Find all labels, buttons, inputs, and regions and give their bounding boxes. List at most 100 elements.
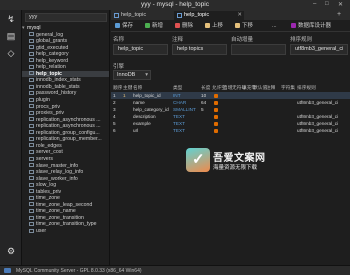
column-header[interactable]: 排序规则 bbox=[297, 84, 316, 91]
object-tree: yyy ▾ mysql general_log global_grants gtid_… bbox=[22, 10, 110, 265]
tree-item-label: time_zone_name bbox=[36, 208, 76, 215]
save-button[interactable]: 保存 bbox=[115, 22, 133, 30]
column-header[interactable]: 字符集 bbox=[281, 84, 295, 91]
table-icon bbox=[29, 215, 34, 220]
engine-select[interactable]: InnoDB ▾ bbox=[113, 70, 151, 80]
column-header[interactable]: 名称 bbox=[133, 84, 142, 91]
query-icon[interactable]: ▤ bbox=[5, 30, 17, 42]
table-icon bbox=[29, 163, 34, 168]
column-type: CHAR bbox=[173, 100, 187, 105]
column-header[interactable]: 类型 bbox=[173, 84, 182, 91]
column-name: help_topic_id bbox=[133, 93, 161, 98]
delete-label: 删除 bbox=[182, 23, 194, 29]
tree-item-table[interactable]: user bbox=[22, 228, 109, 235]
column-header[interactable]: 默认值 bbox=[253, 84, 267, 91]
maximize-icon[interactable]: □ bbox=[325, 1, 329, 7]
table-row[interactable]: 5 example TEXT utf8mb3_general_ci bbox=[111, 120, 350, 127]
table-icon bbox=[29, 136, 34, 141]
table-name-field[interactable]: help_topic bbox=[113, 44, 168, 55]
table-icon bbox=[29, 143, 34, 148]
model-icon[interactable]: ◇ bbox=[5, 47, 17, 59]
table-icon bbox=[29, 202, 34, 207]
tree-item-label: time_zone_transition bbox=[36, 214, 84, 221]
table-icon bbox=[29, 182, 34, 187]
connection-icon[interactable]: ↯ bbox=[5, 13, 17, 25]
model-designer-button[interactable]: 数据库设计器 bbox=[291, 22, 331, 30]
auto-increment-field[interactable] bbox=[231, 44, 286, 55]
table-icon bbox=[29, 84, 34, 89]
tree-item-label: gtid_executed bbox=[36, 44, 69, 51]
tree-item-label: servers bbox=[36, 155, 54, 162]
not-null-checkbox[interactable] bbox=[214, 92, 218, 99]
delete-field-button[interactable]: 删除 bbox=[175, 22, 193, 30]
column-header[interactable]: 注释 bbox=[266, 84, 275, 91]
checkbox-checked-icon bbox=[214, 114, 218, 119]
column-header[interactable]: 主键 bbox=[123, 84, 132, 91]
tab-bar: help_topic help_topic ✕ + bbox=[111, 10, 350, 20]
tree-item-label: help_relation bbox=[36, 64, 66, 71]
add-label: 新增 bbox=[152, 23, 164, 29]
not-null-checkbox[interactable] bbox=[214, 127, 218, 134]
close-icon[interactable]: ✕ bbox=[338, 1, 343, 8]
table-icon bbox=[29, 51, 34, 56]
not-null-checkbox[interactable] bbox=[214, 106, 218, 113]
save-icon bbox=[115, 23, 120, 28]
table-icon bbox=[29, 123, 34, 128]
minimize-icon[interactable]: – bbox=[313, 1, 316, 7]
column-type: INT bbox=[173, 93, 181, 98]
tree-item-table[interactable]: help_keyword bbox=[22, 58, 109, 65]
tree-item-label: slave_master_info bbox=[36, 162, 79, 169]
not-null-checkbox[interactable] bbox=[214, 113, 218, 120]
collation-select[interactable]: utf8mb3_general_ci bbox=[290, 44, 348, 55]
tree-item-label: replication_asynchronous ... bbox=[36, 116, 101, 123]
tree-item-table[interactable]: replication_asynchronous ... bbox=[22, 123, 109, 130]
column-name: url bbox=[133, 128, 139, 133]
row-order: 1 bbox=[113, 93, 116, 98]
table-row[interactable]: 3 help_category_id SMALLINT 5 bbox=[111, 106, 350, 113]
title-bar: yyy - mysql - help_topic – □ ✕ bbox=[0, 0, 350, 10]
tree-item-label: plugin bbox=[36, 97, 50, 103]
new-tab-icon[interactable]: + bbox=[337, 11, 341, 18]
not-null-checkbox[interactable] bbox=[214, 99, 218, 106]
tab-help-topic-2[interactable]: help_topic ✕ bbox=[174, 11, 244, 20]
tree-search-input[interactable]: yyy bbox=[25, 13, 107, 22]
collation-label: 排序规则 bbox=[290, 37, 313, 43]
tree-item-table[interactable]: tables_priv bbox=[22, 189, 109, 196]
tree-item-label: help_topic bbox=[36, 70, 62, 77]
column-header[interactable]: 自增 bbox=[223, 84, 232, 91]
tab-label: help_topic bbox=[121, 12, 147, 18]
table-row[interactable]: 6 url TEXT utf8mb3_general_ci bbox=[111, 127, 350, 134]
columns-grid: 顺序 主键 名称 类型 长度 允许空 自增 无符号 填充零 默认值 注释 字符集 排序规则 1 1 help… bbox=[111, 84, 350, 144]
close-tab-icon[interactable]: ✕ bbox=[237, 11, 242, 20]
table-row[interactable]: 1 1 help_topic_id INT 10 bbox=[111, 92, 350, 99]
table-row[interactable]: 4 description TEXT utf8mb3_general_ci bbox=[111, 113, 350, 120]
row-order: 3 bbox=[113, 107, 116, 112]
table-row[interactable]: 2 name CHAR 64 utf8mb3_general_ci bbox=[111, 99, 350, 106]
column-header[interactable]: 长度 bbox=[201, 84, 210, 91]
move-down-button[interactable]: 下移 bbox=[235, 22, 253, 30]
add-field-button[interactable]: 新增 bbox=[145, 22, 163, 30]
table-comment-field[interactable]: help topics bbox=[172, 44, 227, 55]
more-button[interactable]: ... bbox=[265, 22, 277, 30]
table-icon bbox=[29, 45, 34, 50]
table-icon bbox=[29, 58, 34, 63]
settings-icon[interactable]: ⚙ bbox=[5, 245, 17, 257]
tree-item-table[interactable]: password_history bbox=[22, 90, 109, 97]
database-label: mysql bbox=[27, 25, 41, 31]
tree-item-table[interactable]: time_zone_transition_type bbox=[22, 221, 109, 228]
window-title: yyy - mysql - help_topic bbox=[141, 1, 209, 8]
table-icon bbox=[29, 91, 34, 96]
tab-help-topic-1[interactable]: help_topic bbox=[111, 11, 173, 20]
comment-label: 注释 bbox=[172, 37, 184, 43]
not-null-checkbox[interactable] bbox=[214, 120, 218, 127]
arrow-up-icon bbox=[205, 23, 210, 28]
arrow-down-icon bbox=[235, 23, 240, 28]
watermark-logo bbox=[186, 148, 210, 172]
status-text: MySQL Community Server - GPL 8.0.33 (x86… bbox=[16, 268, 142, 274]
move-up-button[interactable]: 上移 bbox=[205, 22, 223, 30]
activity-rail: ↯ ▤ ◇ ⚙ bbox=[0, 10, 22, 265]
column-header[interactable]: 顺序 bbox=[113, 84, 122, 91]
table-properties: 名称 help_topic 注释 help topics 自动增量 排序规则 u… bbox=[111, 35, 350, 62]
tree-item-table[interactable]: servers bbox=[22, 155, 109, 163]
table-icon bbox=[29, 195, 34, 200]
